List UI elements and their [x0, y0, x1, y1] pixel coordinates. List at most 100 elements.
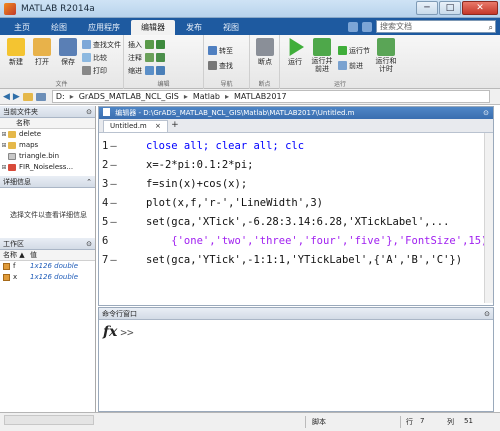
- group-label-edit: 编辑: [157, 81, 170, 88]
- indent-label: 缩进: [128, 66, 142, 75]
- breakpoint-marker[interactable]: —: [110, 159, 116, 171]
- expand-icon[interactable]: ⊞: [0, 162, 8, 173]
- breadcrumb-item[interactable]: Matlab: [193, 92, 220, 101]
- open-button[interactable]: 打开: [29, 38, 55, 67]
- line-number: 4—: [99, 194, 139, 213]
- breadcrumb-item[interactable]: D:: [56, 92, 65, 101]
- breadcrumb[interactable]: D: ▸ GrADS_MATLAB_NCL_GIS ▸ Matlab ▸ MAT…: [51, 90, 490, 103]
- breakpoints-button[interactable]: 断点: [252, 38, 278, 67]
- file-list-item[interactable]: ⊞ delete: [0, 129, 95, 140]
- col-label: 列: [447, 418, 454, 426]
- minimize-button[interactable]: ─: [416, 1, 438, 15]
- fx-icon[interactable]: fx: [103, 324, 117, 340]
- details-header[interactable]: 详细信息 ⌃: [0, 176, 95, 188]
- file-name-column-header[interactable]: 名称: [0, 118, 95, 129]
- forward-icon[interactable]: ▶: [13, 92, 20, 102]
- find-button[interactable]: 查找: [208, 60, 233, 71]
- indent-icon: [145, 66, 154, 75]
- ws-name-header[interactable]: 名称 ▲: [0, 250, 30, 260]
- open-folder-icon: [33, 38, 51, 56]
- expand-icon[interactable]: ⊞: [0, 129, 8, 140]
- run-advance-button[interactable]: 运行并 前进: [308, 38, 336, 73]
- group-label-file: 文件: [55, 81, 68, 88]
- new-button[interactable]: 新建: [3, 38, 29, 67]
- find-files-icon: [82, 40, 91, 49]
- close-button[interactable]: ✕: [462, 1, 498, 15]
- save-button[interactable]: 保存: [55, 38, 81, 67]
- up-folder-icon[interactable]: [35, 92, 46, 101]
- details-collapse-icon[interactable]: ⌃: [86, 176, 92, 188]
- compare-button[interactable]: 比较: [82, 52, 107, 63]
- workspace-row[interactable]: x 1x126 double: [0, 272, 95, 283]
- ws-var-name: f: [0, 261, 30, 272]
- ribbon-group-edit: 插入 注释 缩进 编辑: [124, 35, 204, 89]
- print-button[interactable]: 打印: [82, 65, 107, 76]
- maximize-button[interactable]: □: [439, 1, 461, 15]
- workspace-header[interactable]: 工作区 ⊙: [0, 238, 95, 250]
- advance-label: 前进: [349, 61, 363, 70]
- quick-save-icon[interactable]: [348, 21, 358, 32]
- insert-icon: [145, 40, 154, 49]
- expand-icon[interactable]: ⊞: [0, 140, 8, 151]
- editor-tab-untitled[interactable]: Untitled.m ×: [103, 120, 168, 132]
- back-icon[interactable]: ◀: [3, 92, 10, 102]
- compare-label: 比较: [93, 53, 107, 62]
- file-list-item[interactable]: ⊞ FIR_Noiseless...: [0, 162, 95, 173]
- search-input[interactable]: 搜索文档 ⌕: [376, 20, 496, 33]
- run-section-button[interactable]: 运行节: [338, 45, 370, 56]
- ws-value-header[interactable]: 值: [30, 250, 37, 260]
- command-prompt[interactable]: fx >>: [103, 324, 493, 340]
- file-list-item[interactable]: ⊞ maps: [0, 140, 95, 151]
- find-icon: [208, 61, 217, 70]
- tab-close-icon[interactable]: ×: [155, 122, 161, 130]
- file-list-item[interactable]: triangle.bin: [0, 151, 95, 162]
- run-advance-icon: [313, 38, 331, 56]
- breakpoint-marker[interactable]: —: [110, 140, 116, 152]
- run-button[interactable]: 运行: [282, 38, 308, 67]
- search-icon[interactable]: ⌕: [489, 22, 493, 33]
- comment-button[interactable]: 注释: [128, 52, 167, 63]
- breakpoint-marker[interactable]: —: [110, 254, 116, 266]
- left-panel-scrollbar[interactable]: [4, 415, 94, 425]
- advance-button[interactable]: 前进: [338, 60, 363, 71]
- tab-plots[interactable]: 绘图: [41, 20, 77, 35]
- goto-label: 转至: [219, 46, 233, 55]
- command-window-header[interactable]: 命令行窗口 ⊙: [99, 308, 493, 320]
- variable-icon: [3, 263, 10, 270]
- command-window-menu-icon[interactable]: ⊙: [484, 308, 490, 320]
- quick-undo-icon[interactable]: [362, 21, 372, 32]
- run-time-icon: [377, 38, 395, 56]
- code-text: {'one','two','three','four','five'},'Fon…: [146, 235, 488, 247]
- breakpoint-marker[interactable]: —: [110, 197, 116, 209]
- editor-scrollbar[interactable]: [484, 133, 493, 303]
- current-folder-header[interactable]: 当前文件夹 ⊙: [0, 106, 95, 118]
- run-time-button[interactable]: 运行和 计时: [372, 38, 400, 73]
- uncomment-icon: [156, 53, 165, 62]
- tab-view[interactable]: 视图: [213, 20, 249, 35]
- line-num: 4: [102, 197, 109, 209]
- editor-menu-icon[interactable]: ⊙: [483, 107, 489, 119]
- tab-editor[interactable]: 编辑器: [131, 20, 175, 35]
- workspace-menu-icon[interactable]: ⊙: [86, 238, 92, 250]
- file-name: delete: [19, 130, 42, 138]
- code-editor[interactable]: 1— close all; clear all; clc 2— x=-2*pi:…: [99, 133, 493, 303]
- indent-button[interactable]: 缩进: [128, 65, 167, 76]
- tab-home[interactable]: 主页: [4, 20, 40, 35]
- breadcrumb-item[interactable]: MATLAB2017: [234, 92, 287, 101]
- new-tab-button[interactable]: +: [168, 120, 182, 132]
- ribbon-tab-bar: 主页 绘图 应用程序 编辑器 发布 视图 搜索文档 ⌕: [0, 18, 500, 35]
- breadcrumb-item[interactable]: GrADS_MATLAB_NCL_GIS: [79, 92, 179, 101]
- tab-publish[interactable]: 发布: [176, 20, 212, 35]
- tab-apps[interactable]: 应用程序: [78, 20, 130, 35]
- breakpoint-marker[interactable]: —: [110, 216, 116, 228]
- goto-button[interactable]: 转至: [208, 45, 233, 56]
- new-label: 新建: [9, 58, 23, 66]
- panel-menu-icon[interactable]: ⊙: [86, 106, 92, 118]
- line-num: 5: [102, 216, 109, 228]
- ribbon-group-breakpoints: 断点 断点: [250, 35, 280, 89]
- command-window[interactable]: 命令行窗口 ⊙ fx >>: [98, 307, 494, 412]
- breakpoint-marker[interactable]: —: [110, 178, 116, 190]
- find-files-button[interactable]: 查找文件: [82, 39, 121, 50]
- insert-button[interactable]: 插入: [128, 39, 167, 50]
- workspace-row[interactable]: f 1x126 double: [0, 261, 95, 272]
